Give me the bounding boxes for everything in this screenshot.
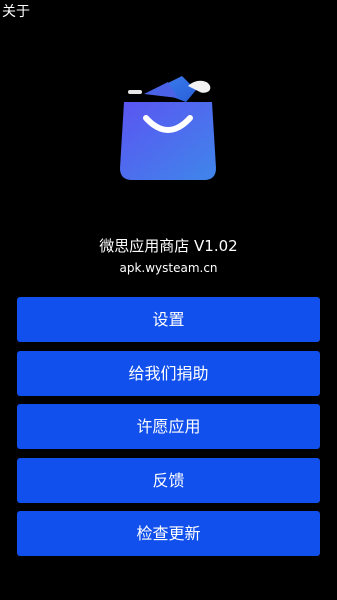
app-name: 微思应用商店 V1.02	[99, 237, 238, 255]
feedback-button[interactable]: 反馈	[17, 457, 320, 503]
donate-button[interactable]: 给我们捐助	[17, 350, 320, 396]
settings-button[interactable]: 设置	[17, 297, 320, 342]
app-url: apk.wysteam.cn	[119, 261, 218, 275]
shopping-bag-icon	[116, 72, 220, 184]
check-update-button[interactable]: 检查更新	[17, 511, 320, 556]
page-title: 关于	[2, 4, 30, 20]
wish-app-button[interactable]: 许愿应用	[17, 404, 320, 449]
about-menu: 设置 给我们捐助 许愿应用 反馈 检查更新	[17, 297, 320, 565]
